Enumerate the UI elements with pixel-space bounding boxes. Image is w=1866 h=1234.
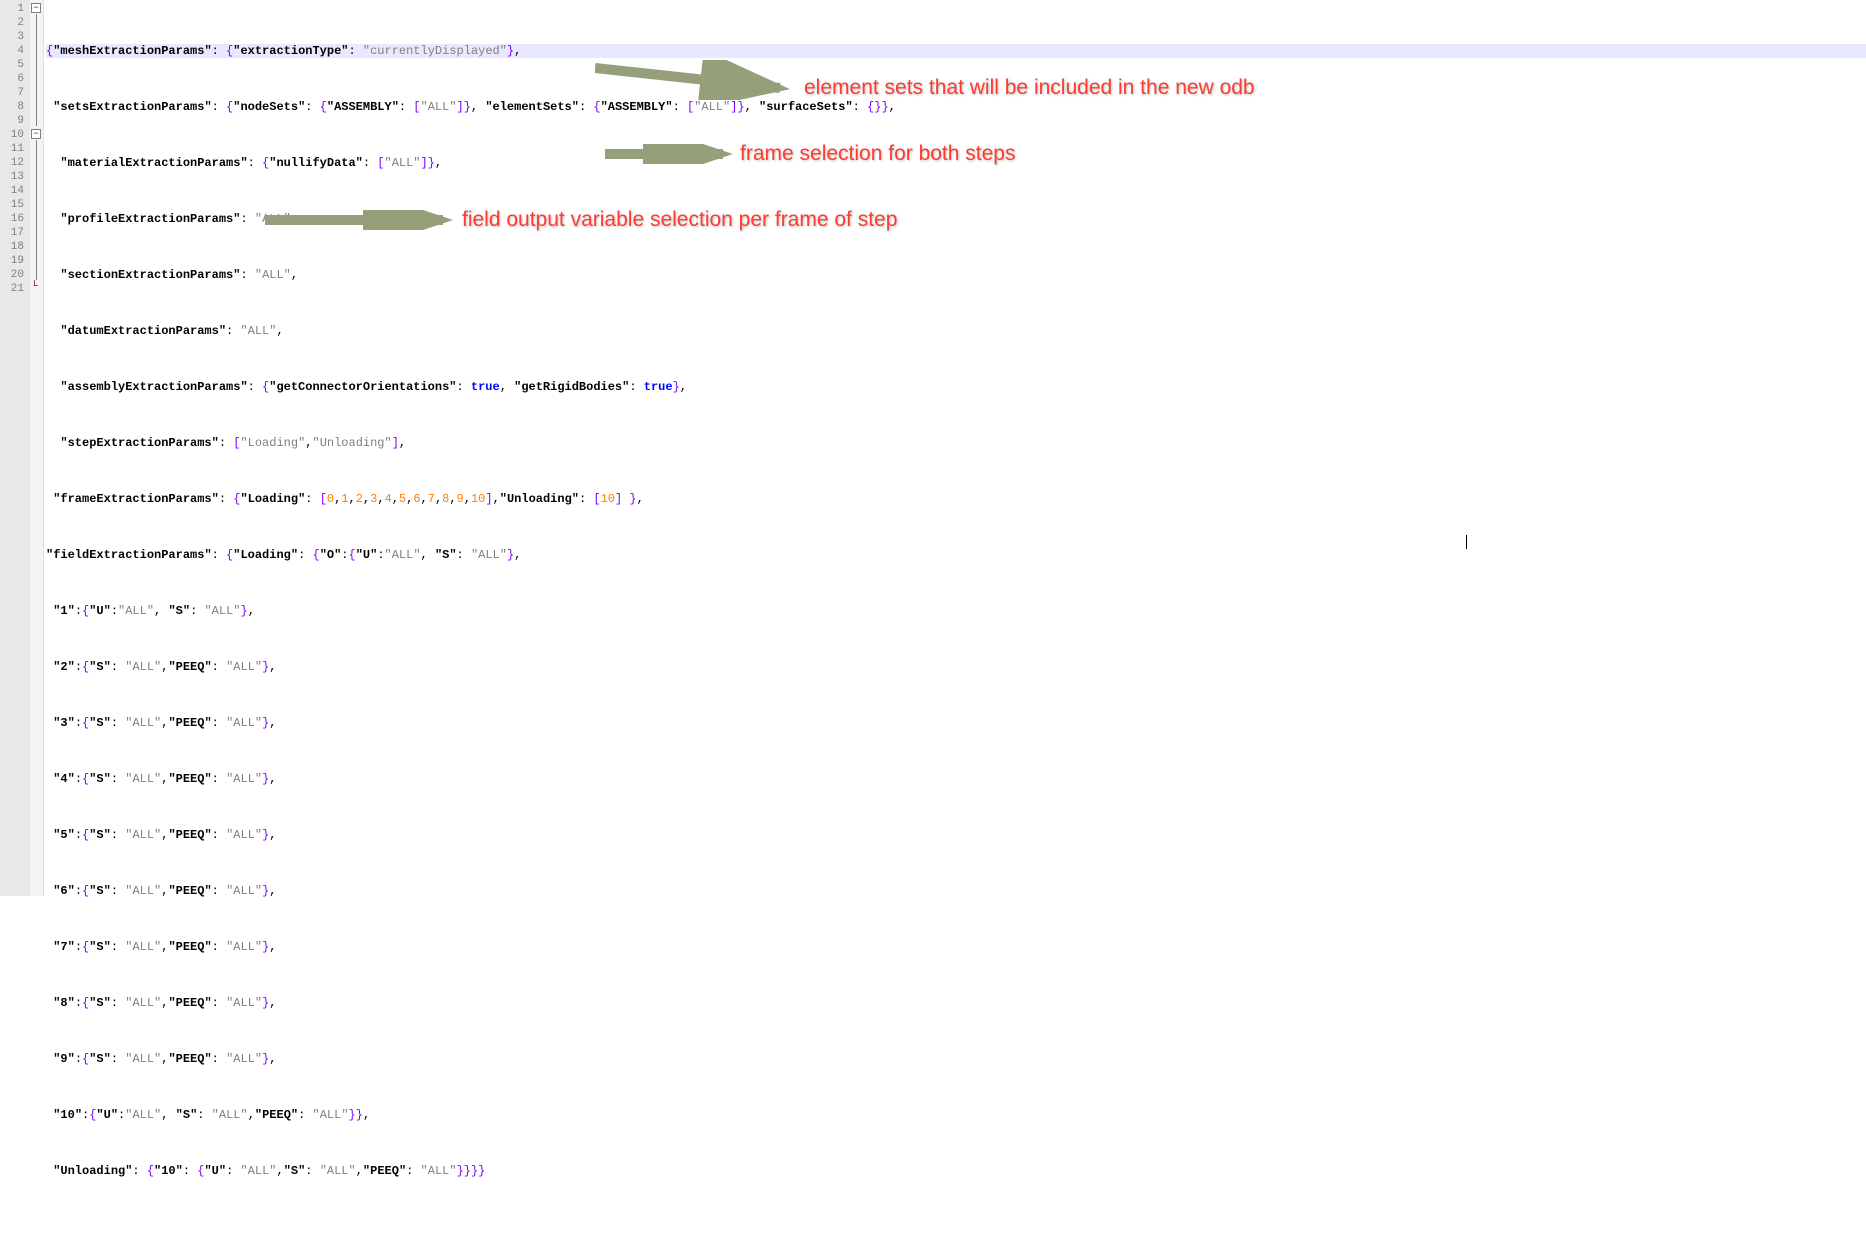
fold-end-icon: └ xyxy=(31,280,38,294)
line-number: 9 xyxy=(2,114,24,128)
code-line: "setsExtractionParams": {"nodeSets": {"A… xyxy=(46,100,1866,114)
fold-toggle-icon[interactable]: − xyxy=(31,129,41,139)
code-line: "datumExtractionParams": "ALL", xyxy=(46,324,1866,338)
line-number: 19 xyxy=(2,254,24,268)
code-area[interactable]: {"meshExtractionParams": {"extractionTyp… xyxy=(44,0,1866,896)
code-line: "10":{"U":"ALL", "S": "ALL","PEEQ": "ALL… xyxy=(46,1108,1866,1122)
code-line: "1":{"U":"ALL", "S": "ALL"}, xyxy=(46,604,1866,618)
text-cursor xyxy=(1466,535,1467,549)
fold-guide xyxy=(36,140,37,280)
code-line: "profileExtractionParams": "ALL", xyxy=(46,212,1866,226)
code-line: "8":{"S": "ALL","PEEQ": "ALL"}, xyxy=(46,996,1866,1010)
fold-guide xyxy=(36,14,37,126)
line-number: 20 xyxy=(2,268,24,282)
line-number: 21 xyxy=(2,282,24,296)
line-number-gutter: 1 2 3 4 5 6 7 8 9 10 11 12 13 14 15 16 1… xyxy=(0,0,30,896)
line-number: 10 xyxy=(2,128,24,142)
code-line: "sectionExtractionParams": "ALL", xyxy=(46,268,1866,282)
line-number: 14 xyxy=(2,184,24,198)
line-number: 18 xyxy=(2,240,24,254)
code-line: "assemblyExtractionParams": {"getConnect… xyxy=(46,380,1866,394)
code-line: {"meshExtractionParams": {"extractionTyp… xyxy=(46,44,1866,58)
line-number: 16 xyxy=(2,212,24,226)
line-number: 7 xyxy=(2,86,24,100)
code-line: "materialExtractionParams": {"nullifyDat… xyxy=(46,156,1866,170)
fold-column: − − └ xyxy=(30,0,44,896)
code-line: "3":{"S": "ALL","PEEQ": "ALL"}, xyxy=(46,716,1866,730)
line-number: 13 xyxy=(2,170,24,184)
line-number: 2 xyxy=(2,16,24,30)
code-line: "2":{"S": "ALL","PEEQ": "ALL"}, xyxy=(46,660,1866,674)
code-line: "Unloading": {"10": {"U": "ALL","S": "AL… xyxy=(46,1164,1866,1178)
line-number: 3 xyxy=(2,30,24,44)
code-line: "fieldExtractionParams": {"Loading": {"O… xyxy=(46,548,1866,562)
code-line: "9":{"S": "ALL","PEEQ": "ALL"}, xyxy=(46,1052,1866,1066)
line-number: 12 xyxy=(2,156,24,170)
fold-toggle-icon[interactable]: − xyxy=(31,3,41,13)
line-number: 8 xyxy=(2,100,24,114)
line-number: 11 xyxy=(2,142,24,156)
code-line: "stepExtractionParams": ["Loading","Unlo… xyxy=(46,436,1866,450)
line-number: 1 xyxy=(2,2,24,16)
code-editor[interactable]: 1 2 3 4 5 6 7 8 9 10 11 12 13 14 15 16 1… xyxy=(0,0,1866,896)
code-line: "4":{"S": "ALL","PEEQ": "ALL"}, xyxy=(46,772,1866,786)
line-number: 5 xyxy=(2,58,24,72)
line-number: 17 xyxy=(2,226,24,240)
code-line: "5":{"S": "ALL","PEEQ": "ALL"}, xyxy=(46,828,1866,842)
code-line: "frameExtractionParams": {"Loading": [0,… xyxy=(46,492,1866,506)
line-number: 4 xyxy=(2,44,24,58)
code-line: "7":{"S": "ALL","PEEQ": "ALL"}, xyxy=(46,940,1866,954)
line-number: 6 xyxy=(2,72,24,86)
line-number: 15 xyxy=(2,198,24,212)
